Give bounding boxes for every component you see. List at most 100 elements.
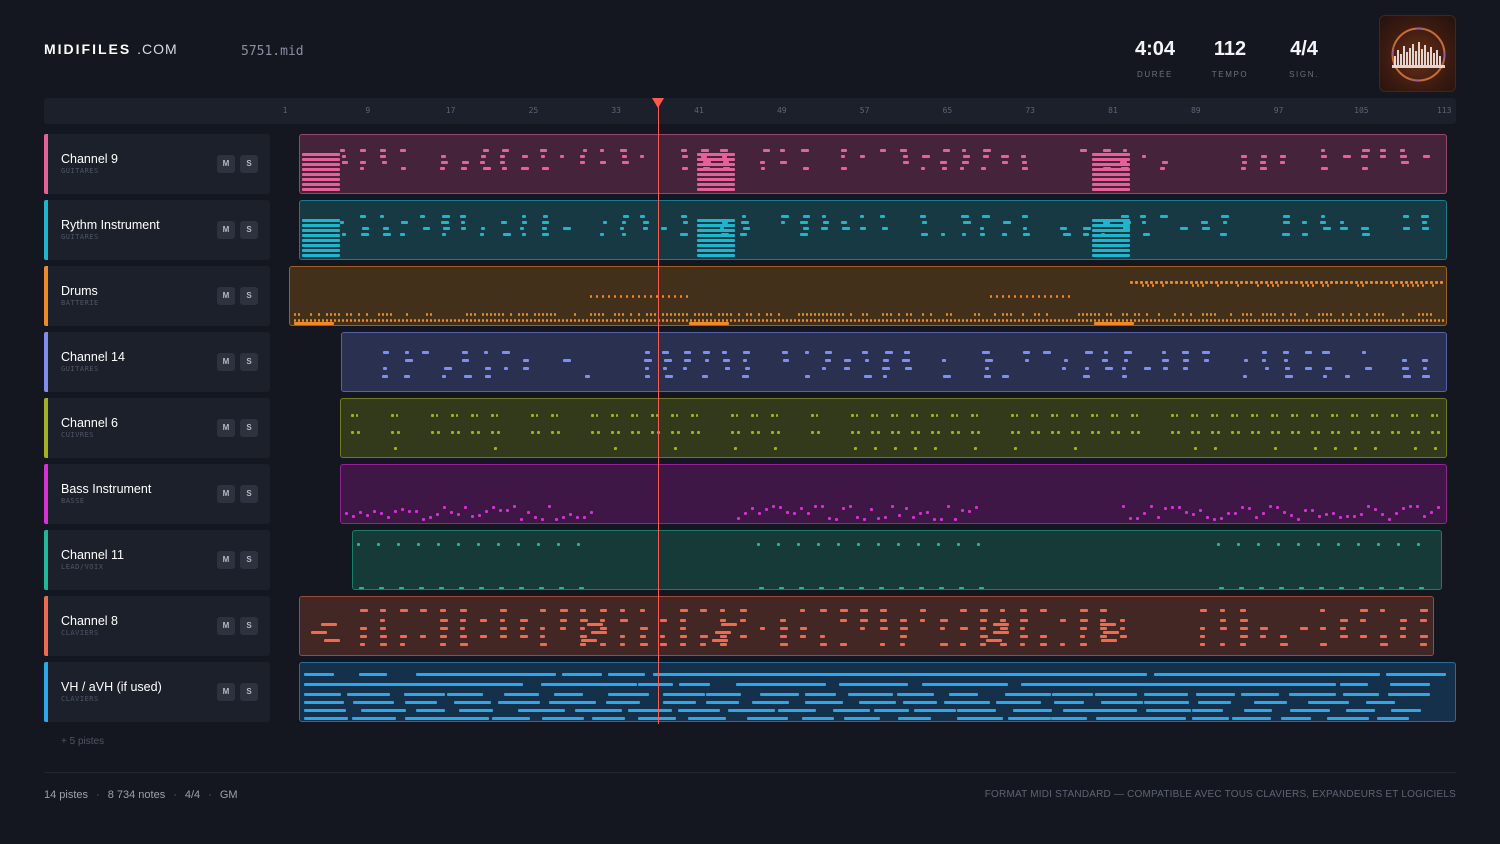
midi-note: [1050, 319, 1052, 322]
mute-button[interactable]: M: [217, 683, 235, 701]
midi-note: [1241, 693, 1279, 696]
midi-note: [871, 414, 874, 417]
midi-note: [580, 643, 586, 646]
midi-note: [1116, 414, 1118, 417]
track-lane[interactable]: [289, 266, 1447, 326]
midi-note: [360, 149, 366, 152]
solo-button[interactable]: S: [240, 287, 258, 305]
mute-button[interactable]: M: [217, 287, 235, 305]
track-header[interactable]: Channel 9 GUITARES M S: [44, 134, 270, 194]
track-header[interactable]: Channel 8 CLAVIERS M S: [44, 596, 270, 656]
midi-note: [940, 619, 948, 622]
midi-note: [1419, 587, 1424, 589]
midi-note: [849, 505, 852, 508]
midi-note: [1240, 635, 1248, 638]
track-header[interactable]: Drums BATTERIE M S: [44, 266, 270, 326]
midi-note: [650, 319, 652, 322]
midi-note: [304, 701, 344, 704]
track-lane[interactable]: [299, 200, 1447, 260]
track-header[interactable]: Channel 6 CUIVRES M S: [44, 398, 270, 458]
solo-button[interactable]: S: [240, 485, 258, 503]
track-lane[interactable]: [341, 332, 1447, 392]
midi-note: [898, 313, 900, 316]
brand-logo[interactable]: MIDIFILES .COM: [44, 41, 178, 57]
midi-note: [582, 319, 584, 322]
midi-note: [1360, 619, 1366, 622]
track-header[interactable]: Rythm Instrument GUITARES M S: [44, 200, 270, 260]
midi-note: [1416, 414, 1418, 417]
midi-note: [1231, 431, 1234, 434]
solo-button[interactable]: S: [240, 551, 258, 569]
track-category: BATTERIE: [61, 299, 99, 307]
midi-note: [757, 543, 760, 546]
midi-note: [1134, 319, 1136, 322]
midi-note: [865, 359, 869, 362]
track-lane[interactable]: [299, 662, 1456, 722]
mute-button[interactable]: M: [217, 419, 235, 437]
midi-note: [494, 319, 496, 322]
midi-note: [1068, 295, 1070, 298]
solo-button[interactable]: S: [240, 683, 258, 701]
mute-button[interactable]: M: [217, 551, 235, 569]
midi-note: [844, 367, 850, 370]
midi-note: [1282, 313, 1284, 316]
track-lane[interactable]: [340, 464, 1447, 524]
track-header[interactable]: Channel 14 GUITARES M S: [44, 332, 270, 392]
timeline-ruler[interactable]: 1 9 17 25 33 41 49 57 65 73 81 89 97 105 113: [44, 98, 1456, 124]
more-tracks-link[interactable]: + 5 pistes: [61, 736, 104, 747]
midi-note: [940, 627, 945, 630]
track-header[interactable]: Channel 11 LEAD/VOIX M S: [44, 530, 270, 590]
track-lane[interactable]: [299, 134, 1447, 194]
midi-note: [1222, 319, 1224, 322]
mute-button[interactable]: M: [217, 221, 235, 239]
midi-note: [697, 249, 735, 252]
midi-note: [1260, 161, 1266, 164]
midi-note: [840, 643, 847, 646]
midi-note: [1346, 673, 1380, 676]
mute-button[interactable]: M: [217, 353, 235, 371]
mute-button[interactable]: M: [217, 485, 235, 503]
midi-note: [746, 319, 748, 322]
playhead-line[interactable]: [657, 104, 659, 724]
midi-note: [358, 313, 360, 316]
solo-button[interactable]: S: [240, 419, 258, 437]
midi-note: [1302, 221, 1307, 224]
track-header[interactable]: Bass Instrument BASSE M S: [44, 464, 270, 524]
midi-note: [1030, 319, 1032, 322]
solo-button[interactable]: S: [240, 221, 258, 239]
solo-button[interactable]: S: [240, 617, 258, 635]
midi-note: [581, 639, 597, 642]
midi-note: [1283, 351, 1289, 354]
track-lane[interactable]: [340, 398, 1447, 458]
midi-note: [540, 635, 545, 638]
midi-note: [1023, 227, 1027, 230]
solo-button[interactable]: S: [240, 353, 258, 371]
midi-note: [803, 227, 809, 230]
midi-note: [447, 693, 483, 696]
midi-note: [903, 161, 909, 164]
midi-note: [1357, 284, 1359, 287]
midi-note: [347, 693, 390, 696]
midi-note: [513, 505, 516, 508]
midi-note: [538, 319, 540, 322]
midi-note: [623, 215, 629, 218]
midi-note: [1239, 587, 1244, 589]
mute-button[interactable]: M: [217, 617, 235, 635]
track-lane[interactable]: [299, 596, 1434, 656]
midi-note: [674, 295, 676, 298]
midi-note: [900, 149, 907, 152]
midi-note: [1290, 709, 1330, 712]
track-lane[interactable]: [352, 530, 1442, 590]
midi-note: [1274, 447, 1277, 450]
midi-note: [456, 414, 458, 417]
midi-note: [682, 319, 684, 322]
mute-button[interactable]: M: [217, 155, 235, 173]
solo-button[interactable]: S: [240, 155, 258, 173]
midi-note: [542, 167, 549, 170]
midi-note: [1411, 431, 1414, 434]
midi-note: [1198, 701, 1231, 704]
midi-note: [1223, 221, 1227, 224]
midi-note: [406, 319, 408, 322]
track-header[interactable]: VH / aVH (if used) CLAVIERS M S: [44, 662, 270, 722]
midi-note: [380, 635, 387, 638]
